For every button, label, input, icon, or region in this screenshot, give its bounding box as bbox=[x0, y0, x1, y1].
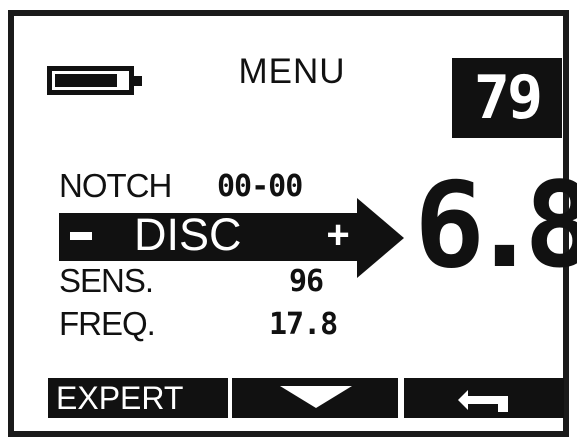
sens-value: 96 bbox=[289, 264, 324, 299]
battery-icon bbox=[47, 66, 142, 95]
minus-icon[interactable] bbox=[70, 232, 92, 240]
plus-icon[interactable]: + bbox=[323, 215, 353, 255]
selection-arrow-icon bbox=[357, 198, 404, 278]
freq-value: 17.8 bbox=[269, 307, 338, 342]
notch-label[interactable]: NOTCH bbox=[59, 167, 172, 205]
disc-value-readout: 6.8 bbox=[414, 156, 577, 294]
freq-label[interactable]: FREQ. bbox=[59, 305, 156, 343]
down-button[interactable] bbox=[232, 378, 398, 418]
notch-value: 00-00 bbox=[217, 169, 303, 204]
disc-label: DISC bbox=[134, 209, 242, 260]
page-title: MENU bbox=[238, 52, 346, 91]
display-frame: MENU 79 NOTCH 00-00 DISC + SENS. 96 FREQ… bbox=[8, 10, 577, 437]
sens-label[interactable]: SENS. bbox=[59, 262, 154, 300]
down-arrow-icon bbox=[280, 386, 352, 408]
back-arrow-icon bbox=[458, 390, 508, 412]
expert-button[interactable]: EXPERT bbox=[48, 378, 228, 418]
back-button[interactable] bbox=[404, 378, 564, 418]
top-readout: 79 bbox=[452, 58, 562, 138]
